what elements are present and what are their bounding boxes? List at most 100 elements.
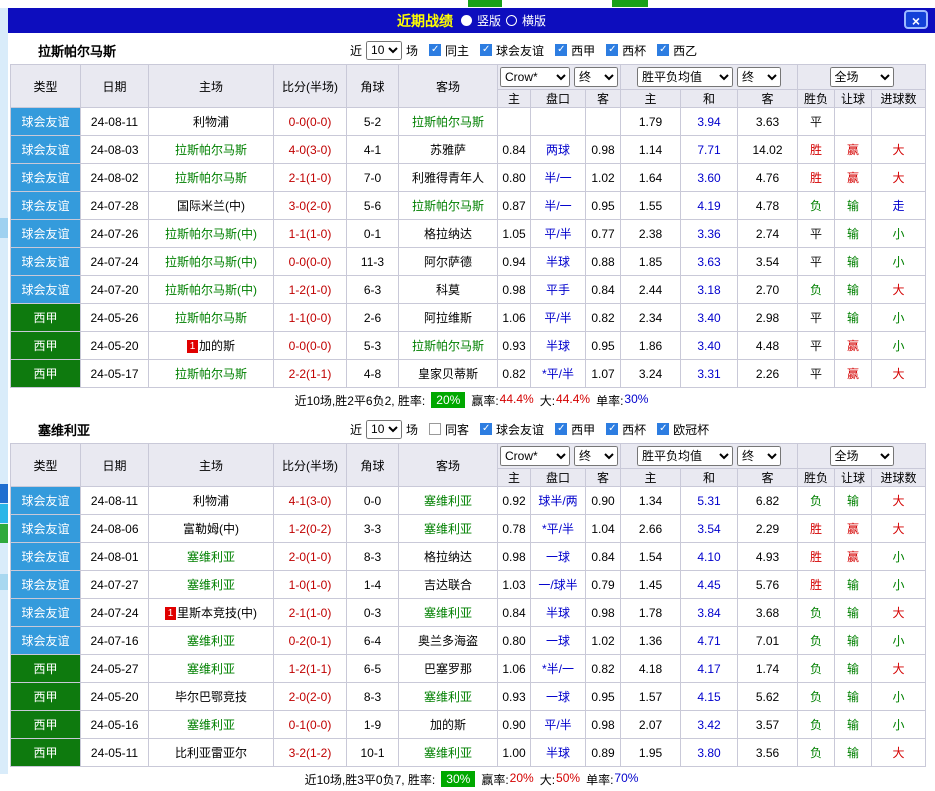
league-filter-label: 球会友谊 — [496, 42, 544, 59]
competition-cell: 球会友谊 — [11, 248, 81, 276]
horizontal-layout-radio[interactable] — [506, 15, 517, 26]
odds-state-select[interactable]: 终 — [574, 446, 618, 466]
ah-home-odds: 1.05 — [498, 220, 531, 248]
league-filter-checkbox[interactable] — [657, 44, 669, 56]
win-rate-badge: 30% — [441, 771, 475, 787]
ah-line: 半/一 — [531, 164, 586, 192]
summary-stat: 大:44.4% — [540, 392, 590, 409]
ah-line: 平/半 — [531, 220, 586, 248]
eu-away-odds: 4.48 — [738, 332, 798, 360]
away-team-name: 奥兰多海盗 — [418, 634, 478, 648]
summary-stat: 单率:30% — [596, 392, 648, 409]
match-row: 西甲24-05-26拉斯帕尔马斯1-1(0-0)2-6阿拉维斯1.06平/半0.… — [11, 304, 926, 332]
scope-filter-checkbox[interactable] — [429, 423, 441, 435]
eu-home-odds: 1.36 — [621, 627, 681, 655]
near-label: 近 — [350, 42, 362, 59]
competition-cell: 球会友谊 — [11, 543, 81, 571]
ah-home-odds: 0.78 — [498, 515, 531, 543]
sub-header: 和 — [681, 90, 738, 108]
avg-state-select[interactable]: 终 — [737, 67, 781, 87]
avg-state-select[interactable]: 终 — [737, 446, 781, 466]
away-team-name: 塞维利亚 — [424, 522, 472, 536]
close-icon[interactable]: × — [904, 10, 928, 29]
away-team-name: 塞维利亚 — [424, 606, 472, 620]
ah-line: 半球 — [531, 332, 586, 360]
ah-away-odds: 0.95 — [586, 192, 621, 220]
away-team-name: 加的斯 — [430, 718, 466, 732]
date-cell: 24-07-27 — [81, 571, 149, 599]
league-filter-checkbox[interactable] — [555, 423, 567, 435]
home-team-name: 富勒姆(中) — [183, 522, 239, 536]
stat-value: 20% — [510, 771, 534, 788]
avg-odds-select[interactable]: 胜平负均值 — [637, 446, 733, 466]
scope-filter-label: 同主 — [445, 42, 469, 59]
stat-label: 单率: — [586, 771, 613, 788]
odds-company-select[interactable]: Crow* — [500, 67, 570, 87]
match-scope-select[interactable]: 全场 — [830, 67, 894, 87]
matches-table: 类型日期主场比分(半场)角球客场Crow*终胜平负均值终全场主盘口客主和客胜负让… — [10, 64, 926, 388]
home-team-name: 塞维利亚 — [187, 578, 235, 592]
home-team-cell: 拉斯帕尔马斯 — [149, 360, 274, 388]
date-cell: 24-07-28 — [81, 192, 149, 220]
league-filter-checkbox[interactable] — [606, 44, 618, 56]
result-cell: 负 — [798, 627, 835, 655]
competition-cell: 西甲 — [11, 739, 81, 767]
home-team-cell: 比利亚雷亚尔 — [149, 739, 274, 767]
goals-result-cell: 大 — [872, 599, 926, 627]
home-team-name: 塞维利亚 — [187, 634, 235, 648]
avg-odds-select[interactable]: 胜平负均值 — [637, 67, 733, 87]
eu-home-odds: 2.44 — [621, 276, 681, 304]
score-cell: 1-2(0-2) — [274, 515, 347, 543]
modal-title: 近期战绩 — [397, 11, 453, 31]
vertical-layout-radio[interactable] — [461, 15, 472, 26]
scope-filter-checkbox[interactable] — [429, 44, 441, 56]
odds-company-select[interactable]: Crow* — [500, 446, 570, 466]
away-team-cell: 塞维利亚 — [399, 599, 498, 627]
date-cell: 24-07-16 — [81, 627, 149, 655]
match-row: 西甲24-05-16塞维利亚0-1(0-0)1-9加的斯0.90平/半0.982… — [11, 711, 926, 739]
corners-cell: 8-3 — [347, 543, 399, 571]
ah-away-odds: 0.98 — [586, 136, 621, 164]
match-scope-select[interactable]: 全场 — [830, 446, 894, 466]
ah-away-odds: 0.98 — [586, 711, 621, 739]
stat-label: 大: — [540, 771, 555, 788]
eu-draw-odds: 3.42 — [681, 711, 738, 739]
corners-cell: 0-0 — [347, 487, 399, 515]
ah-line: 平/半 — [531, 304, 586, 332]
eu-draw-odds: 4.45 — [681, 571, 738, 599]
match-row: 球会友谊24-07-26拉斯帕尔马斯(中)1-1(1-0)0-1格拉纳达1.05… — [11, 220, 926, 248]
red-card-badge: 1 — [165, 607, 176, 620]
score-cell: 1-2(1-0) — [274, 276, 347, 304]
ah-line: 一球 — [531, 543, 586, 571]
sub-header: 进球数 — [872, 90, 926, 108]
competition-cell: 球会友谊 — [11, 276, 81, 304]
strip-block — [0, 504, 8, 523]
odds-state-select[interactable]: 终 — [574, 67, 618, 87]
away-team-name: 拉斯帕尔马斯 — [412, 339, 484, 353]
league-filter-checkbox[interactable] — [606, 423, 618, 435]
handicap-result-cell: 输 — [835, 248, 872, 276]
eu-home-odds: 1.78 — [621, 599, 681, 627]
home-team-name: 里斯本竞技(中) — [177, 606, 257, 620]
eu-draw-odds: 7.71 — [681, 136, 738, 164]
league-filter-checkbox[interactable] — [555, 44, 567, 56]
summary-stat: 大:50% — [540, 771, 580, 788]
league-filter-checkbox[interactable] — [657, 423, 669, 435]
sub-header: 让球 — [835, 90, 872, 108]
column-header: 类型 — [11, 65, 81, 108]
league-filter-checkbox[interactable] — [480, 44, 492, 56]
ah-line: 一球 — [531, 627, 586, 655]
goals-result-cell: 小 — [872, 711, 926, 739]
ah-home-odds: 0.82 — [498, 360, 531, 388]
away-team-name: 塞维利亚 — [424, 494, 472, 508]
handicap-result-cell: 输 — [835, 711, 872, 739]
league-filter-checkbox[interactable] — [480, 423, 492, 435]
eu-draw-odds: 3.94 — [681, 108, 738, 136]
match-count-select[interactable]: 10 — [366, 420, 402, 439]
match-count-select[interactable]: 10 — [366, 41, 402, 60]
eu-home-odds: 1.54 — [621, 543, 681, 571]
summary-stat: 赢率:44.4% — [471, 392, 533, 409]
score-cell: 0-2(0-1) — [274, 627, 347, 655]
score-cell: 3-2(1-2) — [274, 739, 347, 767]
eu-home-odds: 1.79 — [621, 108, 681, 136]
